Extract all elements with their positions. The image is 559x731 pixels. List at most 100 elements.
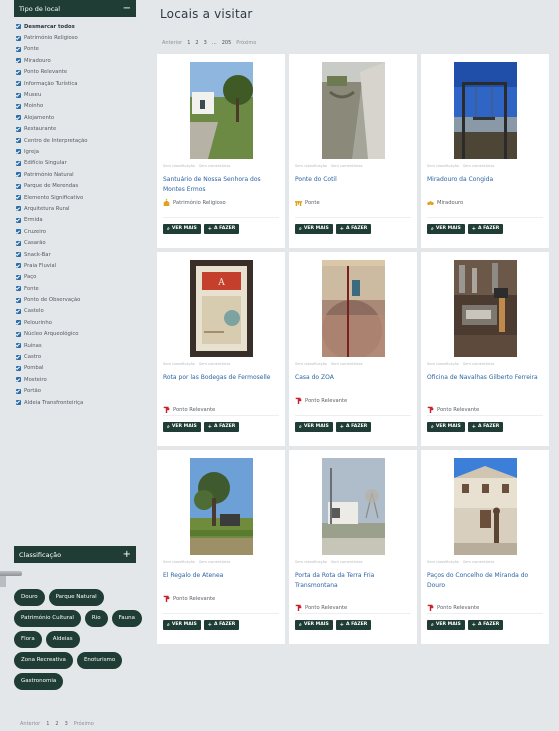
classification-tag[interactable]: Aldeias bbox=[45, 631, 80, 648]
place-name[interactable]: Santuário de Nossa Senhora dos Montes Er… bbox=[163, 175, 279, 194]
add-todo-button[interactable]: + A FAZER bbox=[467, 620, 504, 630]
filter-item[interactable]: Ruínas bbox=[16, 340, 136, 351]
pager-page-last[interactable]: 205 bbox=[222, 40, 232, 46]
checkbox-checked-icon[interactable] bbox=[16, 58, 21, 64]
checkbox-checked-icon[interactable] bbox=[16, 24, 21, 30]
filter-item[interactable]: Snack-Bar bbox=[16, 249, 136, 260]
pager-next[interactable]: Próximo bbox=[74, 721, 94, 727]
filter-item[interactable]: Edifício Singular bbox=[16, 158, 136, 169]
place-name[interactable]: Paços do Concelho de Miranda do Douro bbox=[427, 571, 543, 590]
filter-item[interactable]: Moinho bbox=[16, 101, 136, 112]
classification-tag[interactable]: Enoturismo bbox=[76, 652, 123, 669]
filter-item[interactable]: Fonte bbox=[16, 283, 136, 294]
classification-tag[interactable]: Douro bbox=[14, 589, 45, 606]
checkbox-checked-icon[interactable] bbox=[16, 92, 21, 98]
place-photo[interactable] bbox=[190, 458, 253, 555]
checkbox-checked-icon[interactable] bbox=[16, 126, 21, 132]
checkbox-checked-icon[interactable] bbox=[16, 252, 21, 257]
checkbox-checked-icon[interactable] bbox=[16, 115, 21, 121]
filter-item[interactable]: Museu bbox=[16, 89, 136, 100]
checkbox-checked-icon[interactable] bbox=[16, 240, 21, 246]
add-todo-button[interactable]: + A FAZER bbox=[335, 224, 372, 234]
checkbox-checked-icon[interactable] bbox=[16, 343, 21, 349]
checkbox-checked-icon[interactable] bbox=[16, 331, 21, 337]
filter-item[interactable]: Património Natural bbox=[16, 169, 136, 180]
add-todo-button[interactable]: + A FAZER bbox=[467, 422, 504, 432]
checkbox-checked-icon[interactable] bbox=[16, 297, 21, 303]
see-more-button[interactable]: ⌕ VER MAIS bbox=[163, 224, 201, 234]
tipo-local-header[interactable]: Tipo de local − bbox=[14, 0, 136, 17]
filter-item[interactable]: Igreja bbox=[16, 146, 136, 157]
checkbox-checked-icon[interactable] bbox=[16, 320, 21, 326]
place-name[interactable]: Ponte do Cotil bbox=[295, 175, 411, 185]
classification-tag[interactable]: Zona Recreativa bbox=[14, 652, 73, 669]
pager-prev[interactable]: Anterior bbox=[162, 40, 182, 46]
filter-item[interactable]: Ponto de Observação bbox=[16, 294, 136, 305]
filter-item[interactable]: Mosteiro bbox=[16, 374, 136, 385]
filter-item[interactable]: Restaurante bbox=[16, 124, 136, 135]
pager-next[interactable]: Próximo bbox=[236, 40, 256, 46]
filter-item[interactable]: Centro de Interpretação bbox=[16, 135, 136, 146]
filter-item[interactable]: Casarão bbox=[16, 237, 136, 248]
add-todo-button[interactable]: + A FAZER bbox=[203, 620, 240, 630]
checkbox-checked-icon[interactable] bbox=[16, 81, 21, 87]
filter-item[interactable]: Castro bbox=[16, 351, 136, 362]
place-photo[interactable] bbox=[454, 62, 517, 159]
add-todo-button[interactable]: + A FAZER bbox=[335, 422, 372, 432]
filter-item[interactable]: Castelo bbox=[16, 306, 136, 317]
add-todo-button[interactable]: + A FAZER bbox=[203, 422, 240, 432]
add-todo-button[interactable]: + A FAZER bbox=[203, 224, 240, 234]
see-more-button[interactable]: ⌕ VER MAIS bbox=[295, 422, 333, 432]
checkbox-checked-icon[interactable] bbox=[16, 308, 21, 314]
filter-item[interactable]: Ponto Relevante bbox=[16, 67, 136, 78]
filter-item[interactable]: Parque de Merendas bbox=[16, 180, 136, 191]
filter-item[interactable]: Aldeia Transfronteiriça bbox=[16, 397, 136, 408]
filter-item[interactable]: Desmarcar todos bbox=[16, 21, 136, 32]
checkbox-checked-icon[interactable] bbox=[16, 46, 21, 52]
checkbox-checked-icon[interactable] bbox=[16, 149, 21, 155]
classification-tag[interactable]: Rio bbox=[84, 610, 108, 627]
place-photo[interactable] bbox=[322, 260, 385, 357]
filter-item[interactable]: Núcleo Arqueológico bbox=[16, 329, 136, 340]
filter-item[interactable]: Portão bbox=[16, 386, 136, 397]
place-name[interactable]: Casa do ZOA bbox=[295, 373, 411, 383]
classification-tag[interactable]: Fauna bbox=[111, 610, 142, 627]
classification-tag[interactable]: Gastronomia bbox=[14, 673, 64, 690]
classificacao-header[interactable]: Classificação + bbox=[14, 546, 136, 563]
filter-item[interactable]: Pombal bbox=[16, 363, 136, 374]
classification-tag[interactable]: Património Cultural bbox=[14, 610, 81, 627]
place-name[interactable]: Oficina de Navalhas Gilberto Ferreira bbox=[427, 373, 543, 383]
filter-item[interactable]: Alojamento bbox=[16, 112, 136, 123]
see-more-button[interactable]: ⌕ VER MAIS bbox=[427, 620, 465, 630]
see-more-button[interactable]: ⌕ VER MAIS bbox=[427, 224, 465, 234]
see-more-button[interactable]: ⌕ VER MAIS bbox=[427, 422, 465, 432]
filter-item[interactable]: Pelourinho bbox=[16, 317, 136, 328]
place-photo[interactable] bbox=[322, 458, 385, 555]
filter-item[interactable]: Cruzeiro bbox=[16, 226, 136, 237]
checkbox-checked-icon[interactable] bbox=[16, 172, 21, 178]
pager-page-2[interactable]: 2 bbox=[195, 40, 198, 46]
filter-item[interactable]: Arquitetura Rural bbox=[16, 203, 136, 214]
place-name[interactable]: El Regalo de Atenea bbox=[163, 571, 279, 581]
place-photo[interactable] bbox=[190, 62, 253, 159]
filter-item[interactable]: Património Religioso bbox=[16, 32, 136, 43]
checkbox-checked-icon[interactable] bbox=[16, 286, 21, 292]
checkbox-checked-icon[interactable] bbox=[16, 400, 21, 406]
see-more-button[interactable]: ⌕ VER MAIS bbox=[295, 620, 333, 630]
see-more-button[interactable]: ⌕ VER MAIS bbox=[163, 422, 201, 432]
pager-page-1[interactable]: 1 bbox=[187, 40, 190, 46]
see-more-button[interactable]: ⌕ VER MAIS bbox=[295, 224, 333, 234]
checkbox-checked-icon[interactable] bbox=[16, 263, 21, 269]
place-name[interactable]: Rota por las Bodegas de Fermoselle bbox=[163, 373, 279, 383]
place-photo[interactable] bbox=[322, 62, 385, 159]
add-todo-button[interactable]: + A FAZER bbox=[335, 620, 372, 630]
place-photo[interactable] bbox=[454, 260, 517, 357]
checkbox-checked-icon[interactable] bbox=[16, 388, 21, 394]
checkbox-checked-icon[interactable] bbox=[16, 103, 21, 109]
filter-item[interactable]: Miradouro bbox=[16, 55, 136, 66]
pager-page-3[interactable]: 3 bbox=[204, 40, 207, 46]
place-name[interactable]: Porta da Rota da Terra Fria Transmontana bbox=[295, 571, 411, 590]
pager-page-1[interactable]: 1 bbox=[46, 721, 49, 727]
pager-page-2[interactable]: 2 bbox=[55, 721, 58, 727]
add-todo-button[interactable]: + A FAZER bbox=[467, 224, 504, 234]
